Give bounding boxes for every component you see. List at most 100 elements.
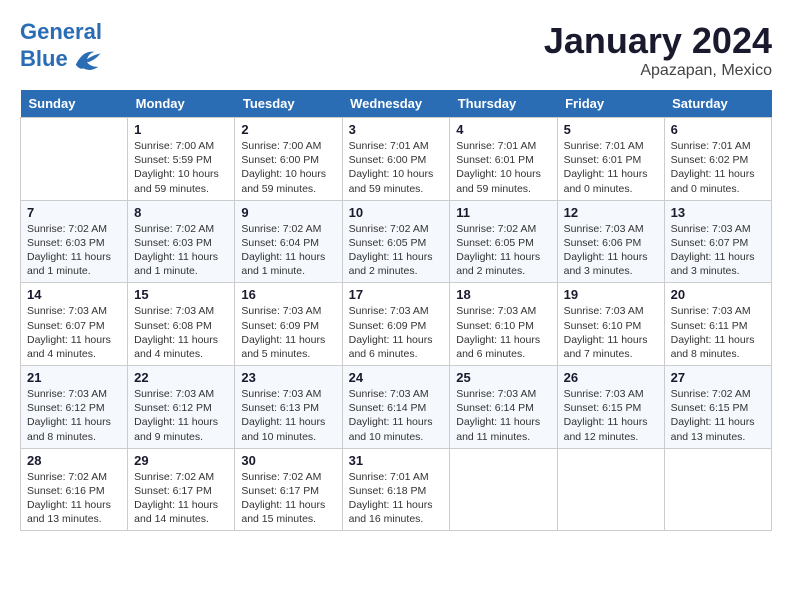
page-header: General Blue January 2024 Apazapan, Mexi… [20, 20, 772, 80]
day-info: Sunrise: 7:02 AMSunset: 6:15 PMDaylight:… [671, 387, 765, 444]
calendar-cell: 7 Sunrise: 7:02 AMSunset: 6:03 PMDaylight… [21, 200, 128, 283]
col-header-friday: Friday [557, 90, 664, 118]
day-number: 5 [564, 122, 658, 137]
calendar-cell: 2 Sunrise: 7:00 AMSunset: 6:00 PMDaylight… [235, 118, 342, 201]
day-number: 16 [241, 287, 335, 302]
day-number: 13 [671, 205, 765, 220]
calendar-cell [21, 118, 128, 201]
col-header-wednesday: Wednesday [342, 90, 450, 118]
day-number: 27 [671, 370, 765, 385]
title-block: January 2024 Apazapan, Mexico [544, 20, 772, 80]
calendar-cell: 20 Sunrise: 7:03 AMSunset: 6:11 PMDayligh… [664, 283, 771, 366]
day-number: 28 [27, 453, 121, 468]
day-number: 21 [27, 370, 121, 385]
calendar-cell: 31 Sunrise: 7:01 AMSunset: 6:18 PMDayligh… [342, 448, 450, 531]
day-number: 15 [134, 287, 228, 302]
day-info: Sunrise: 7:00 AMSunset: 5:59 PMDaylight:… [134, 139, 228, 196]
day-number: 23 [241, 370, 335, 385]
day-number: 22 [134, 370, 228, 385]
day-info: Sunrise: 7:03 AMSunset: 6:09 PMDaylight:… [241, 304, 335, 361]
calendar-cell [557, 448, 664, 531]
calendar-cell: 21 Sunrise: 7:03 AMSunset: 6:12 PMDayligh… [21, 366, 128, 449]
calendar-cell: 5Sunrise: 7:01 AMSunset: 6:01 PMDaylight… [557, 118, 664, 201]
calendar-cell: 13 Sunrise: 7:03 AMSunset: 6:07 PMDayligh… [664, 200, 771, 283]
logo-text: General Blue [20, 20, 102, 74]
day-number: 17 [349, 287, 444, 302]
calendar-cell: 8 Sunrise: 7:02 AMSunset: 6:03 PMDaylight… [128, 200, 235, 283]
calendar-cell: 11 Sunrise: 7:02 AMSunset: 6:05 PMDayligh… [450, 200, 557, 283]
day-number: 31 [349, 453, 444, 468]
day-number: 26 [564, 370, 658, 385]
day-info: Sunrise: 7:02 AMSunset: 6:03 PMDaylight:… [134, 222, 228, 279]
location-subtitle: Apazapan, Mexico [544, 62, 772, 80]
day-info: Sunrise: 7:00 AMSunset: 6:00 PMDaylight:… [241, 139, 335, 196]
day-number: 19 [564, 287, 658, 302]
logo: General Blue [20, 20, 102, 74]
day-info: Sunrise: 7:01 AMSunset: 6:02 PMDaylight:… [671, 139, 765, 196]
day-info: Sunrise: 7:02 AMSunset: 6:05 PMDaylight:… [349, 222, 444, 279]
day-number: 9 [241, 205, 335, 220]
col-header-sunday: Sunday [21, 90, 128, 118]
day-number: 11 [456, 205, 550, 220]
col-header-thursday: Thursday [450, 90, 557, 118]
day-info: Sunrise: 7:02 AMSunset: 6:03 PMDaylight:… [27, 222, 121, 279]
calendar-week-row: 7 Sunrise: 7:02 AMSunset: 6:03 PMDaylight… [21, 200, 772, 283]
logo-bird-icon [72, 44, 102, 74]
calendar-header-row: SundayMondayTuesdayWednesdayThursdayFrid… [21, 90, 772, 118]
calendar-cell: 30Sunrise: 7:02 AMSunset: 6:17 PMDayligh… [235, 448, 342, 531]
day-info: Sunrise: 7:02 AMSunset: 6:16 PMDaylight:… [27, 470, 121, 527]
day-info: Sunrise: 7:03 AMSunset: 6:13 PMDaylight:… [241, 387, 335, 444]
day-info: Sunrise: 7:02 AMSunset: 6:17 PMDaylight:… [241, 470, 335, 527]
day-info: Sunrise: 7:03 AMSunset: 6:15 PMDaylight:… [564, 387, 658, 444]
day-info: Sunrise: 7:03 AMSunset: 6:06 PMDaylight:… [564, 222, 658, 279]
day-info: Sunrise: 7:02 AMSunset: 6:04 PMDaylight:… [241, 222, 335, 279]
day-info: Sunrise: 7:03 AMSunset: 6:07 PMDaylight:… [671, 222, 765, 279]
calendar-cell: 26 Sunrise: 7:03 AMSunset: 6:15 PMDayligh… [557, 366, 664, 449]
day-info: Sunrise: 7:03 AMSunset: 6:14 PMDaylight:… [456, 387, 550, 444]
calendar-cell: 25 Sunrise: 7:03 AMSunset: 6:14 PMDayligh… [450, 366, 557, 449]
day-info: Sunrise: 7:03 AMSunset: 6:12 PMDaylight:… [134, 387, 228, 444]
day-number: 8 [134, 205, 228, 220]
calendar-cell: 24Sunrise: 7:03 AMSunset: 6:14 PMDayligh… [342, 366, 450, 449]
day-number: 3 [349, 122, 444, 137]
day-number: 12 [564, 205, 658, 220]
calendar-cell: 9 Sunrise: 7:02 AMSunset: 6:04 PMDaylight… [235, 200, 342, 283]
day-info: Sunrise: 7:03 AMSunset: 6:14 PMDaylight:… [349, 387, 444, 444]
day-number: 10 [349, 205, 444, 220]
col-header-saturday: Saturday [664, 90, 771, 118]
day-number: 20 [671, 287, 765, 302]
day-number: 25 [456, 370, 550, 385]
calendar-cell: 27 Sunrise: 7:02 AMSunset: 6:15 PMDayligh… [664, 366, 771, 449]
day-info: Sunrise: 7:03 AMSunset: 6:12 PMDaylight:… [27, 387, 121, 444]
col-header-monday: Monday [128, 90, 235, 118]
calendar-week-row: 21 Sunrise: 7:03 AMSunset: 6:12 PMDayligh… [21, 366, 772, 449]
month-title: January 2024 [544, 20, 772, 62]
col-header-tuesday: Tuesday [235, 90, 342, 118]
day-info: Sunrise: 7:03 AMSunset: 6:09 PMDaylight:… [349, 304, 444, 361]
calendar-cell: 29 Sunrise: 7:02 AMSunset: 6:17 PMDayligh… [128, 448, 235, 531]
day-info: Sunrise: 7:03 AMSunset: 6:11 PMDaylight:… [671, 304, 765, 361]
calendar-cell: 14 Sunrise: 7:03 AMSunset: 6:07 PMDayligh… [21, 283, 128, 366]
calendar-cell: 22 Sunrise: 7:03 AMSunset: 6:12 PMDayligh… [128, 366, 235, 449]
day-number: 2 [241, 122, 335, 137]
day-info: Sunrise: 7:01 AMSunset: 6:00 PMDaylight:… [349, 139, 444, 196]
day-number: 14 [27, 287, 121, 302]
day-info: Sunrise: 7:02 AMSunset: 6:17 PMDaylight:… [134, 470, 228, 527]
calendar-cell [664, 448, 771, 531]
day-info: Sunrise: 7:02 AMSunset: 6:05 PMDaylight:… [456, 222, 550, 279]
day-info: Sunrise: 7:03 AMSunset: 6:07 PMDaylight:… [27, 304, 121, 361]
calendar-cell: 18Sunrise: 7:03 AMSunset: 6:10 PMDayligh… [450, 283, 557, 366]
calendar-cell: 12 Sunrise: 7:03 AMSunset: 6:06 PMDayligh… [557, 200, 664, 283]
day-number: 6 [671, 122, 765, 137]
calendar-cell: 16 Sunrise: 7:03 AMSunset: 6:09 PMDayligh… [235, 283, 342, 366]
day-info: Sunrise: 7:03 AMSunset: 6:10 PMDaylight:… [564, 304, 658, 361]
day-number: 1 [134, 122, 228, 137]
day-info: Sunrise: 7:01 AMSunset: 6:18 PMDaylight:… [349, 470, 444, 527]
day-info: Sunrise: 7:01 AMSunset: 6:01 PMDaylight:… [456, 139, 550, 196]
day-number: 29 [134, 453, 228, 468]
day-number: 7 [27, 205, 121, 220]
calendar-cell: 10 Sunrise: 7:02 AMSunset: 6:05 PMDayligh… [342, 200, 450, 283]
calendar-cell: 17 Sunrise: 7:03 AMSunset: 6:09 PMDayligh… [342, 283, 450, 366]
day-info: Sunrise: 7:03 AMSunset: 6:10 PMDaylight:… [456, 304, 550, 361]
calendar-cell: 28 Sunrise: 7:02 AMSunset: 6:16 PMDayligh… [21, 448, 128, 531]
